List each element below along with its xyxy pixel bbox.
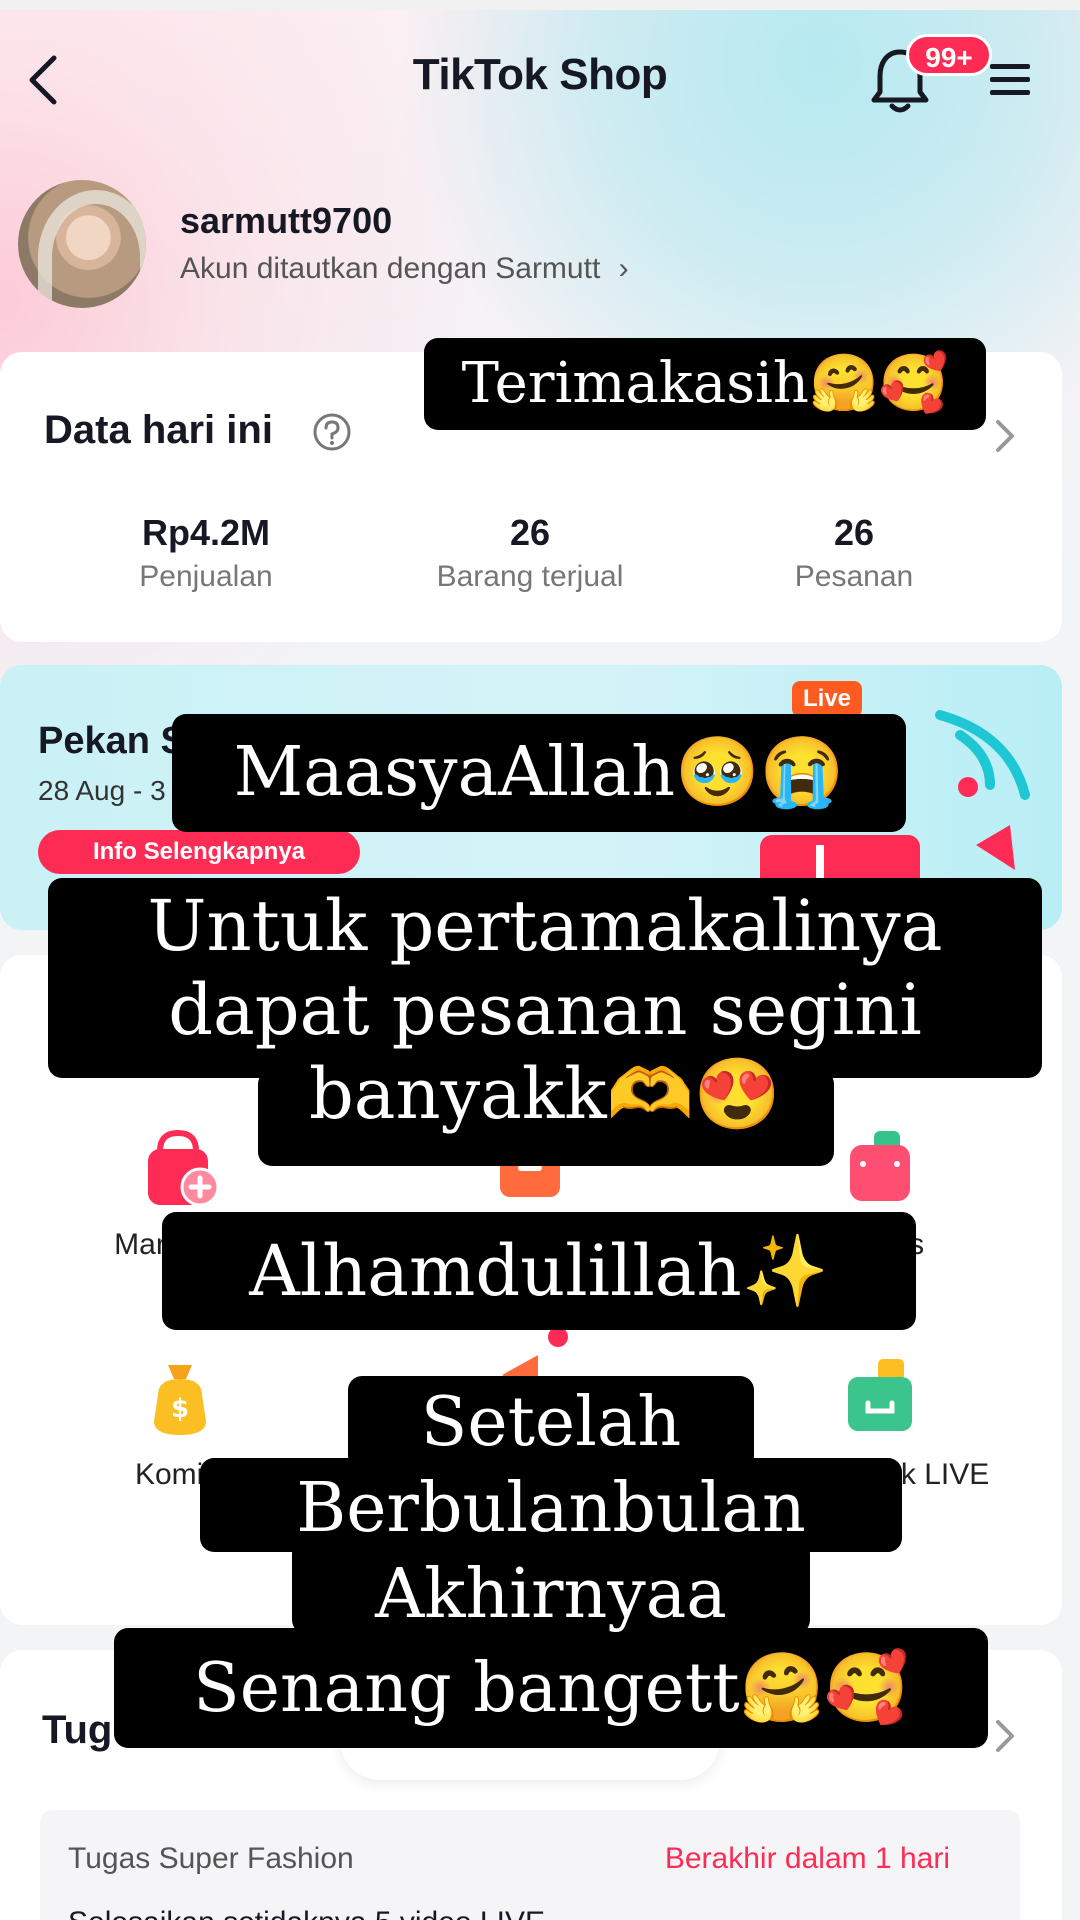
metric-items-sold[interactable]: 26 Barang terjual — [360, 512, 700, 594]
caption-line: Senang bangett🤗🥰 — [193, 1649, 909, 1728]
metric-value: Rp4.2M — [141, 512, 271, 553]
notification-badge: 99+ — [906, 34, 992, 76]
caption-thanks: Terimakasih🤗🥰 — [424, 338, 986, 430]
caption-after-months: Setelah Berbulanbulan Akhirnyaa Senang b… — [114, 1380, 988, 1732]
caption-line: Untuk pertamakalinya — [147, 885, 943, 967]
help-icon[interactable] — [312, 412, 352, 452]
hamburger-menu-icon — [990, 64, 1030, 95]
metric-label: Pesanan — [794, 560, 914, 593]
caption-line: Setelah — [420, 1383, 682, 1462]
caption-first-time: Untuk pertamakalinya dapat pesanan segin… — [48, 884, 1042, 1136]
metric-label: Penjualan — [139, 560, 273, 593]
products-basket-icon — [850, 1131, 910, 1201]
task-deadline: Berakhir dalam 1 hari — [664, 1842, 950, 1875]
caption-line: dapat pesanan segini — [168, 969, 922, 1051]
profile-section: sarmutt9700 Akun ditautkan dengan Sarmut… — [18, 180, 1058, 310]
today-data-title: Data hari ini — [44, 408, 273, 452]
tasks-title: Tug — [42, 1708, 113, 1752]
metric-label: Barang terjual — [436, 560, 624, 593]
promo-dates: 28 Aug - 3 — [38, 775, 166, 806]
linked-account-label: Akun ditautkan dengan Sarmutt — [180, 252, 601, 285]
avatar[interactable] — [18, 180, 146, 308]
chevron-right-icon[interactable] — [990, 416, 1020, 456]
metric-sales[interactable]: Rp4.2M Penjualan — [36, 512, 376, 594]
task-item[interactable]: Tugas Super Fashion Berakhir dalam 1 har… — [40, 1810, 1020, 1920]
promo-title: Pekan S — [38, 720, 186, 762]
top-bar: TikTok Shop 99+ — [0, 30, 1080, 130]
menu-button[interactable] — [984, 54, 1036, 106]
metric-orders[interactable]: 26 Pesanan — [684, 512, 1024, 594]
status-bar — [0, 0, 1080, 10]
chevron-right-icon: › — [618, 252, 629, 285]
metric-value: 26 — [509, 512, 551, 553]
caption-line: Akhirnyaa — [375, 1555, 727, 1634]
task-description: Selesaikan setidaknya 5 video LIVE ... — [68, 1906, 1008, 1920]
caption-line: Berbulanbulan — [296, 1469, 806, 1548]
caption-maasyaallah: MaasyaAllah🥹😭 — [172, 714, 906, 832]
caption-alhamdulillah: Alhamdulillah✨ — [162, 1212, 916, 1330]
shopping-bag-plus-icon — [148, 1129, 220, 1207]
linked-account-link[interactable]: Akun ditautkan dengan Sarmutt › — [180, 252, 629, 286]
username: sarmutt9700 — [180, 200, 393, 241]
caption-line: banyakk🫶😍 — [308, 1053, 782, 1135]
task-name: Tugas Super Fashion — [68, 1842, 354, 1875]
metric-value: 26 — [833, 512, 875, 553]
chevron-right-icon[interactable] — [990, 1716, 1020, 1756]
promo-info-button[interactable]: Info Selengkapnya — [38, 830, 360, 874]
